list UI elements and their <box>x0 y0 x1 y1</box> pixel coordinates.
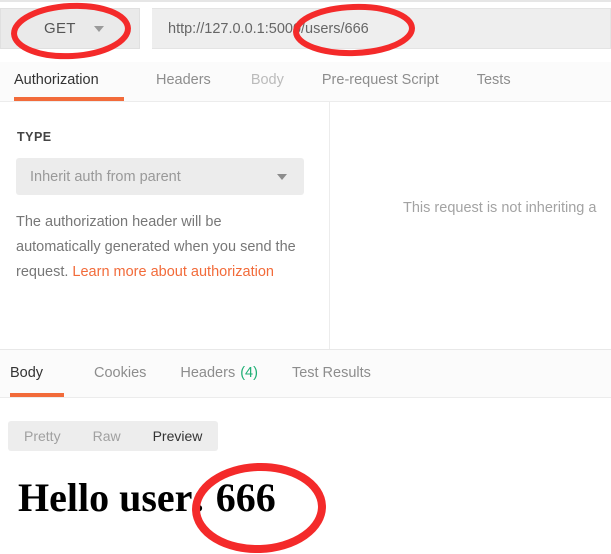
auth-type-value: Inherit auth from parent <box>30 168 181 185</box>
tab-tests-label: Tests <box>476 72 511 88</box>
tab-authorization-label: Authorization <box>14 72 99 88</box>
auth-type-dropdown[interactable]: Inherit auth from parent <box>16 158 304 195</box>
authorization-info-column: This request is not inheriting a <box>331 102 611 349</box>
tab-pre-request-script-label: Pre-request Script <box>321 72 439 88</box>
response-tab-body-label: Body <box>10 365 44 381</box>
view-option-pretty[interactable]: Pretty <box>8 421 77 451</box>
auth-help-text: The authorization header will be automat… <box>16 210 299 285</box>
response-headers-count: (4) <box>240 365 258 381</box>
url-input[interactable]: http://127.0.0.1:5000/users/666 <box>152 8 611 49</box>
request-bar: GET http://127.0.0.1:5000/users/666 <box>0 0 611 62</box>
response-tab-bar: Body Cookies Headers (4) Test Results <box>0 350 611 398</box>
response-tab-headers-label: Headers <box>180 365 236 381</box>
response-preview-heading: Hello user: 666 <box>18 475 276 520</box>
chevron-down-icon <box>277 173 287 180</box>
response-tab-test-results[interactable]: Test Results <box>292 350 371 397</box>
body-view-switcher: Pretty Raw Preview <box>8 421 219 451</box>
response-tab-cookies[interactable]: Cookies <box>94 350 146 397</box>
request-tab-bar: Authorization Headers Body Pre-request S… <box>0 62 611 102</box>
response-preview-frame: Hello user: 666 <box>0 460 611 554</box>
tab-body-label: Body <box>250 72 284 88</box>
tab-headers[interactable]: Headers <box>156 62 211 101</box>
auth-type-label: TYPE <box>17 130 52 144</box>
url-value: http://127.0.0.1:5000/users/666 <box>168 20 369 37</box>
view-option-pretty-label: Pretty <box>24 428 61 444</box>
view-option-raw-label: Raw <box>92 428 121 444</box>
tab-body[interactable]: Body <box>251 62 284 101</box>
view-option-preview[interactable]: Preview <box>137 421 219 451</box>
chevron-down-icon <box>93 25 104 32</box>
http-method-label: GET <box>44 20 76 37</box>
view-option-raw[interactable]: Raw <box>77 421 137 451</box>
tab-pre-request-script[interactable]: Pre-request Script <box>322 62 439 101</box>
http-method-dropdown[interactable]: GET <box>0 8 140 49</box>
view-option-preview-label: Preview <box>152 428 203 444</box>
tab-headers-label: Headers <box>156 72 211 88</box>
authorization-settings-column: TYPE Inherit auth from parent The author… <box>0 102 330 349</box>
authorization-pane: TYPE Inherit auth from parent The author… <box>0 102 611 349</box>
tab-tests[interactable]: Tests <box>477 62 511 101</box>
response-tab-cookies-label: Cookies <box>94 365 147 381</box>
inheritance-notice: This request is not inheriting a <box>403 200 597 216</box>
response-tab-body[interactable]: Body <box>10 350 64 397</box>
response-tab-test-results-label: Test Results <box>291 365 371 381</box>
tab-authorization[interactable]: Authorization <box>14 62 124 101</box>
response-tab-headers[interactable]: Headers (4) <box>180 350 258 397</box>
learn-more-link[interactable]: Learn more about authorization <box>72 264 274 280</box>
